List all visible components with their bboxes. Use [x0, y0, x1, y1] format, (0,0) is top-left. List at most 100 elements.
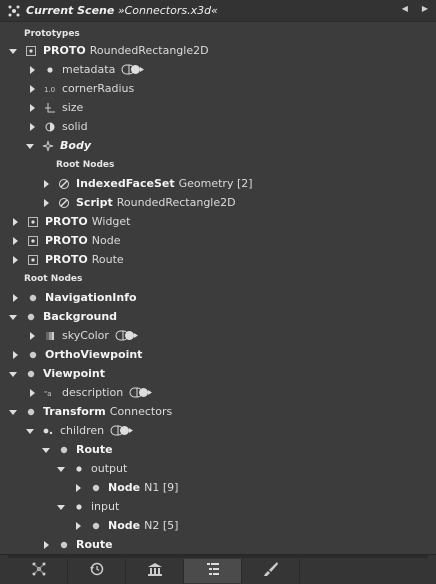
proto-icon [25, 45, 37, 57]
panel-title: Current Scene »Connectors.x3d« [26, 4, 218, 17]
node-sphere-icon [25, 368, 37, 380]
next-scene-button[interactable]: ▶ [422, 4, 428, 13]
expanded-arrow-icon[interactable] [57, 465, 65, 473]
tree-item-node-n2[interactable]: Node N2 [5] [0, 516, 436, 535]
collapsed-arrow-icon[interactable] [28, 103, 36, 112]
node-type: IndexedFaceSet [76, 177, 175, 190]
node-sphere-icon [27, 349, 39, 361]
node-type: Background [43, 310, 118, 323]
access-type-inputoutput-icon [121, 64, 145, 75]
expanded-arrow-icon[interactable] [26, 142, 34, 150]
tree-item-skycolor[interactable]: skyColor [0, 326, 436, 345]
collapsed-arrow-icon[interactable] [11, 293, 19, 302]
node-name: Connectors [109, 405, 173, 418]
proto-keyword: PROTO [45, 234, 88, 247]
collapsed-arrow-icon[interactable] [74, 521, 82, 530]
body-label: Body [60, 139, 91, 152]
collapsed-arrow-icon[interactable] [28, 331, 36, 340]
node-sphere-icon [27, 292, 39, 304]
expanded-arrow-icon[interactable] [57, 503, 65, 511]
field-sfnode-icon [44, 64, 56, 76]
collapsed-arrow-icon[interactable] [28, 84, 36, 93]
node-sphere-icon [25, 311, 37, 323]
brush-icon [263, 561, 279, 581]
tab-node-properties[interactable] [10, 559, 68, 583]
tree-item-route[interactable]: Route [0, 440, 436, 459]
collapsed-arrow-icon[interactable] [28, 65, 36, 74]
node-sphere-icon [58, 444, 70, 456]
tree-item-proto-widget[interactable]: PROTO Widget [0, 212, 436, 231]
tree-item-body[interactable]: Body [0, 136, 436, 155]
field-sfnode-icon [73, 501, 85, 513]
tree-item-proto-roundedrectangle2d[interactable]: PROTO RoundedRectangle2D [0, 41, 436, 60]
collapsed-arrow-icon[interactable] [11, 255, 19, 264]
collapsed-arrow-icon[interactable] [11, 350, 19, 359]
tree-item-size[interactable]: size [0, 98, 436, 117]
tab-outline-editor[interactable] [184, 559, 242, 583]
horizontal-scrollbar[interactable] [8, 555, 428, 558]
node-type: Script [76, 196, 113, 209]
collapsed-arrow-icon[interactable] [42, 540, 50, 549]
tree-item-proto-route[interactable]: PROTO Route [0, 250, 436, 269]
field-name: metadata [62, 63, 116, 76]
expanded-arrow-icon[interactable] [9, 370, 17, 378]
collapsed-arrow-icon[interactable] [11, 217, 19, 226]
collapsed-arrow-icon[interactable] [28, 122, 36, 131]
tab-script-editor[interactable] [242, 559, 300, 583]
tree-item-description[interactable]: "a description [0, 383, 436, 402]
tree-item-viewpoint[interactable]: Viewpoint [0, 364, 436, 383]
field-name: solid [62, 120, 88, 133]
tree-item-output[interactable]: output [0, 459, 436, 478]
tree-item-navigationinfo[interactable]: NavigationInfo [0, 288, 436, 307]
collapsed-arrow-icon[interactable] [42, 179, 50, 188]
collapsed-arrow-icon[interactable] [28, 388, 36, 397]
node-type: Route [76, 538, 113, 551]
collapsed-arrow-icon[interactable] [74, 483, 82, 492]
expanded-arrow-icon[interactable] [9, 408, 17, 416]
tab-library[interactable] [126, 559, 184, 583]
field-sffloat-icon: 1.0 [44, 83, 56, 95]
node-type: Route [76, 443, 113, 456]
expanded-arrow-icon[interactable] [9, 313, 17, 321]
field-sfstring-icon: "a [44, 387, 56, 399]
tab-history[interactable] [68, 559, 126, 583]
proto-keyword: PROTO [45, 253, 88, 266]
collapsed-arrow-icon[interactable] [42, 198, 50, 207]
tree-item-proto-node[interactable]: PROTO Node [0, 231, 436, 250]
tree-item-metadata[interactable]: metadata [0, 60, 436, 79]
tree-item-solid[interactable]: solid [0, 117, 436, 136]
tree-item-transform-connectors[interactable]: Transform Connectors [0, 402, 436, 421]
field-sfvec2f-icon [44, 102, 56, 114]
node-type: NavigationInfo [45, 291, 137, 304]
outline-tree-icon [205, 561, 221, 581]
node-name: Geometry [2] [178, 177, 253, 190]
tree-item-script[interactable]: Script RoundedRectangle2D [0, 193, 436, 212]
tree-item-route-2[interactable]: Route [0, 535, 436, 554]
field-mfcolor-icon [44, 330, 56, 342]
field-name: skyColor [62, 329, 109, 342]
outline-icon [31, 561, 47, 581]
tree-item-indexedfaceset[interactable]: IndexedFaceSet Geometry [2] [0, 174, 436, 193]
node-name: RoundedRectangle2D [116, 196, 236, 209]
expanded-arrow-icon[interactable] [26, 427, 34, 435]
node-type: Node [108, 481, 141, 494]
node-type: Node [108, 519, 141, 532]
node-sphere-icon [90, 482, 102, 494]
proto-name: Widget [91, 215, 131, 228]
field-name: size [62, 101, 84, 114]
svg-text:1.0: 1.0 [44, 86, 55, 94]
previous-scene-button[interactable]: ◀ [402, 4, 408, 13]
tree-item-input[interactable]: input [0, 497, 436, 516]
expanded-arrow-icon[interactable] [9, 47, 17, 55]
tree-item-background[interactable]: Background [0, 307, 436, 326]
node-type: Viewpoint [43, 367, 106, 380]
tree-item-orthoviewpoint[interactable]: OrthoViewpoint [0, 345, 436, 364]
proto-keyword: PROTO [43, 44, 86, 57]
tree-item-cornerradius[interactable]: 1.0 cornerRadius [0, 79, 436, 98]
outline-tree: Prototypes PROTO RoundedRectangle2D metad… [0, 22, 436, 554]
tree-item-children[interactable]: children [0, 421, 436, 440]
access-type-inputoutput-icon [115, 330, 139, 341]
tree-item-node-n1[interactable]: Node N1 [9] [0, 478, 436, 497]
expanded-arrow-icon[interactable] [42, 446, 50, 454]
collapsed-arrow-icon[interactable] [11, 236, 19, 245]
